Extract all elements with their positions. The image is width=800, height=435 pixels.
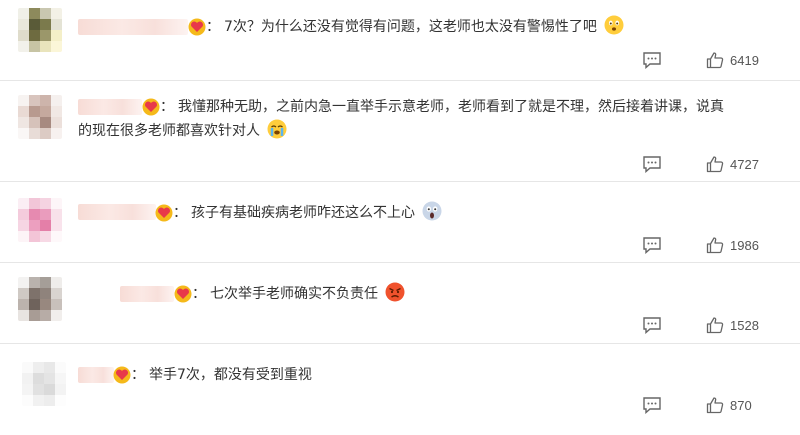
reply-icon[interactable] xyxy=(642,51,662,69)
thumbs-up-icon[interactable] xyxy=(706,316,724,334)
comment-actions: 870 xyxy=(642,395,764,415)
comment-item: ：孩子有基础疾病老师咋还这么不上心 1986 xyxy=(0,182,800,262)
like-count: 1528 xyxy=(730,317,759,333)
comment-text: ：举手7次，都没有受到重视 xyxy=(131,367,312,383)
worried-face-emoji xyxy=(604,15,624,35)
like-count: 870 xyxy=(730,397,752,413)
username[interactable] xyxy=(78,19,188,35)
comment-text-continued: 的现在很多老师都喜欢针对人 xyxy=(78,119,287,143)
fan-badge-icon xyxy=(174,285,192,303)
comment-text: ：我懂那种无助，之前内急一直举手示意老师，老师看到了就是不理，然后接着讲课，说真 xyxy=(160,99,724,115)
like-count: 6419 xyxy=(730,52,759,68)
comment-actions: 6419 xyxy=(642,50,764,70)
avatar[interactable] xyxy=(22,362,66,406)
reply-icon[interactable] xyxy=(642,396,662,414)
avatar[interactable] xyxy=(18,277,62,321)
angry-face-emoji xyxy=(385,282,405,302)
thumbs-up-icon[interactable] xyxy=(706,155,724,173)
like-count: 1986 xyxy=(730,237,759,253)
thumbs-up-icon[interactable] xyxy=(706,51,724,69)
comment-text: ：七次举手老师确实不负责任 xyxy=(192,282,405,306)
thumbs-up-icon[interactable] xyxy=(706,236,724,254)
screaming-face-emoji xyxy=(422,201,442,221)
username[interactable] xyxy=(78,99,142,115)
comment-actions: 4727 xyxy=(642,154,764,174)
reply-icon[interactable] xyxy=(642,155,662,173)
fan-badge-icon xyxy=(188,18,206,36)
comment-item: ：举手7次，都没有受到重视 870 xyxy=(0,344,800,435)
like-count: 4727 xyxy=(730,156,759,172)
avatar[interactable] xyxy=(18,95,62,139)
comment-text: ：孩子有基础疾病老师咋还这么不上心 xyxy=(173,201,442,225)
thumbs-up-icon[interactable] xyxy=(706,396,724,414)
comment-actions: 1528 xyxy=(642,315,764,335)
reply-icon[interactable] xyxy=(642,316,662,334)
comment-text: ： 7次？为什么还没有觉得有问题，这老师也太没有警惕性了吧 xyxy=(206,15,624,39)
comment-item: ：我懂那种无助，之前内急一直举手示意老师，老师看到了就是不理，然后接着讲课，说真… xyxy=(0,81,800,181)
fan-badge-icon xyxy=(113,366,131,384)
crying-face-emoji xyxy=(267,119,287,139)
avatar[interactable] xyxy=(18,8,62,52)
comment-item: ： 7次？为什么还没有觉得有问题，这老师也太没有警惕性了吧 6419 xyxy=(0,0,800,80)
username[interactable] xyxy=(78,204,156,220)
fan-badge-icon xyxy=(155,204,173,222)
comment-actions: 1986 xyxy=(642,235,764,255)
avatar[interactable] xyxy=(18,198,62,242)
username[interactable] xyxy=(78,367,114,383)
comment-item: ：七次举手老师确实不负责任 1528 xyxy=(0,263,800,343)
fan-badge-icon xyxy=(142,98,160,116)
username[interactable] xyxy=(120,286,174,302)
reply-icon[interactable] xyxy=(642,236,662,254)
